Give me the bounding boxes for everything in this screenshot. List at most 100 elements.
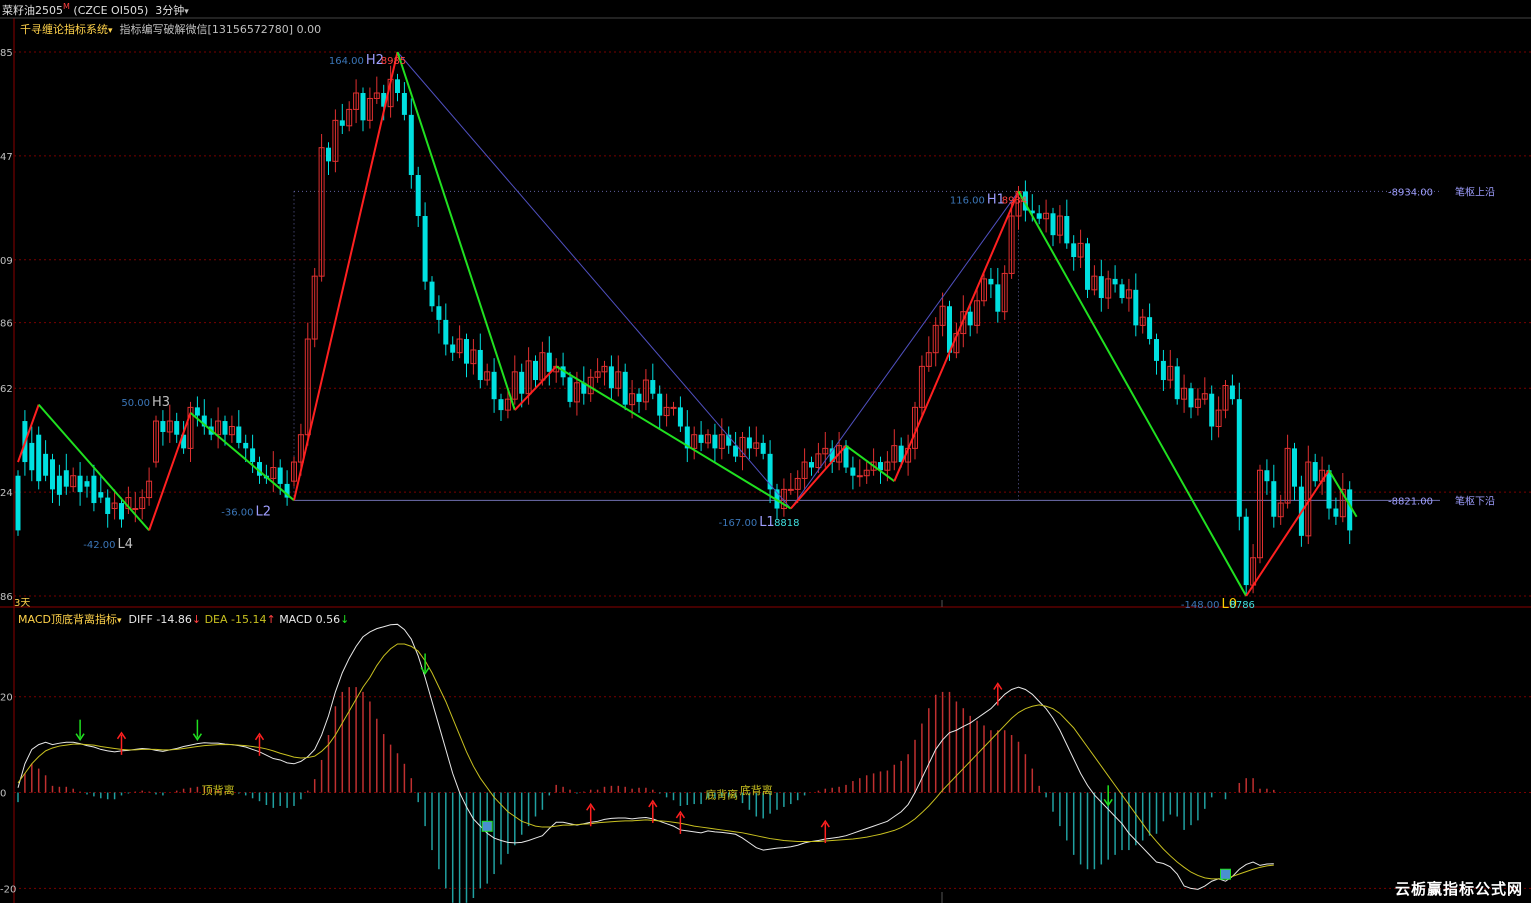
candle-body (1264, 470, 1270, 482)
pivot-note: -148.00 (1181, 600, 1220, 611)
pivot-label: H3 (152, 395, 170, 410)
candle-body (670, 406, 677, 409)
candle-body (995, 284, 1001, 312)
pivot-label: 8786 (1229, 600, 1254, 611)
candle-body (988, 278, 994, 285)
candle-body (77, 475, 83, 493)
candle-body (29, 442, 35, 471)
pivot-note: -36.00 (221, 507, 253, 518)
candle-body (608, 366, 614, 389)
candle-body (1326, 470, 1332, 509)
candle-body (1236, 399, 1242, 517)
zhongshu-lower-name: 笔枢下沿 (1455, 494, 1495, 507)
candle-body (36, 434, 42, 482)
candle-body (250, 448, 256, 463)
chart-canvas[interactable]: 85 47 09 86 62 24 86 -8934.00 笔枢上沿 -8821.00 笔枢下沿 16… (0, 0, 1531, 903)
pivot-label: L2 (256, 504, 272, 519)
bi-segment (189, 412, 295, 502)
flag-icon (481, 820, 493, 832)
candle-body (243, 442, 249, 449)
candle-body (947, 306, 952, 353)
pivot-note: -42.00 (83, 540, 115, 551)
candle-body (746, 437, 752, 449)
candle-body (712, 434, 718, 449)
candle-body (1209, 393, 1215, 427)
candle-body (567, 377, 573, 402)
candle-body (91, 475, 97, 504)
candle-body (1112, 278, 1118, 285)
y-tick-label: 86 (0, 592, 13, 603)
candle-body (160, 421, 166, 432)
candle-body (339, 120, 345, 126)
pivot-label: 8934 (1002, 196, 1027, 207)
candle-body (760, 442, 766, 454)
candle-body (194, 407, 200, 416)
candle-body (967, 311, 973, 326)
macd-y-tick: 20 (0, 693, 13, 704)
candle-body (498, 399, 504, 411)
candle-body (733, 445, 739, 457)
candle-body (1229, 385, 1235, 400)
dif-line (17, 623, 1274, 890)
candle-body (650, 380, 656, 394)
flag-icon (1220, 868, 1231, 880)
candle-body (1133, 289, 1139, 326)
candle-body (222, 421, 228, 435)
candle-body (408, 114, 414, 176)
zhongshu-upper-value: -8934.00 (1388, 187, 1433, 198)
candle-body (436, 306, 442, 320)
candle-body (1098, 276, 1104, 299)
candle-body (1333, 508, 1339, 517)
macd-y-tick: -20 (0, 884, 16, 895)
macd-y-tick: 0 (0, 789, 6, 800)
candle-body (236, 426, 242, 443)
pen-line (397, 51, 792, 509)
candle-body (105, 497, 111, 514)
candle-body (546, 352, 552, 372)
candle-body (63, 470, 69, 487)
candle-body (1243, 516, 1249, 586)
candle-body (1147, 317, 1153, 340)
candle-body (1271, 481, 1277, 517)
candle-body (98, 492, 104, 498)
candle-body (15, 475, 21, 531)
y-tick-label: 86 (0, 319, 13, 330)
candle-body (1036, 213, 1042, 219)
candle-body (326, 147, 331, 162)
candle-body (429, 281, 435, 307)
pivot-note: -167.00 (719, 518, 758, 529)
candle-body (1064, 216, 1070, 244)
candle-body (56, 475, 62, 495)
bi-segment (17, 404, 40, 463)
divergence-label: 底背离 (740, 783, 773, 797)
candle-body (464, 339, 469, 364)
pivot-note: 116.00 (950, 196, 985, 207)
pen-line (790, 191, 1019, 509)
y-tick-label: 62 (0, 384, 13, 395)
candle-body (119, 503, 124, 520)
candle-body (677, 407, 683, 427)
candle-body (422, 216, 428, 282)
candle-body (809, 462, 814, 468)
candle-body (401, 93, 407, 115)
candle-body (1085, 243, 1090, 290)
divergence-label: 顶背离 (202, 783, 235, 797)
candle-body (174, 421, 180, 435)
candle-body (1119, 284, 1125, 299)
pivot-label: L1 (759, 515, 775, 530)
pivot-label: 8818 (774, 518, 799, 529)
candle-body (657, 393, 663, 416)
candle-body (443, 319, 449, 345)
candle-body (622, 371, 628, 405)
candle-body (415, 175, 421, 217)
y-tick-label: 24 (0, 488, 13, 499)
candle-body (533, 360, 538, 381)
candle-body (360, 93, 366, 121)
brand-watermark: 云栃赢指标公式网 (1394, 880, 1523, 898)
dea-line (17, 643, 1274, 880)
candle-body (132, 508, 139, 511)
pivot-note: 164.00 (329, 56, 364, 67)
candle-body (450, 344, 456, 353)
candle-body (1188, 388, 1194, 408)
candle-body (1312, 462, 1318, 482)
